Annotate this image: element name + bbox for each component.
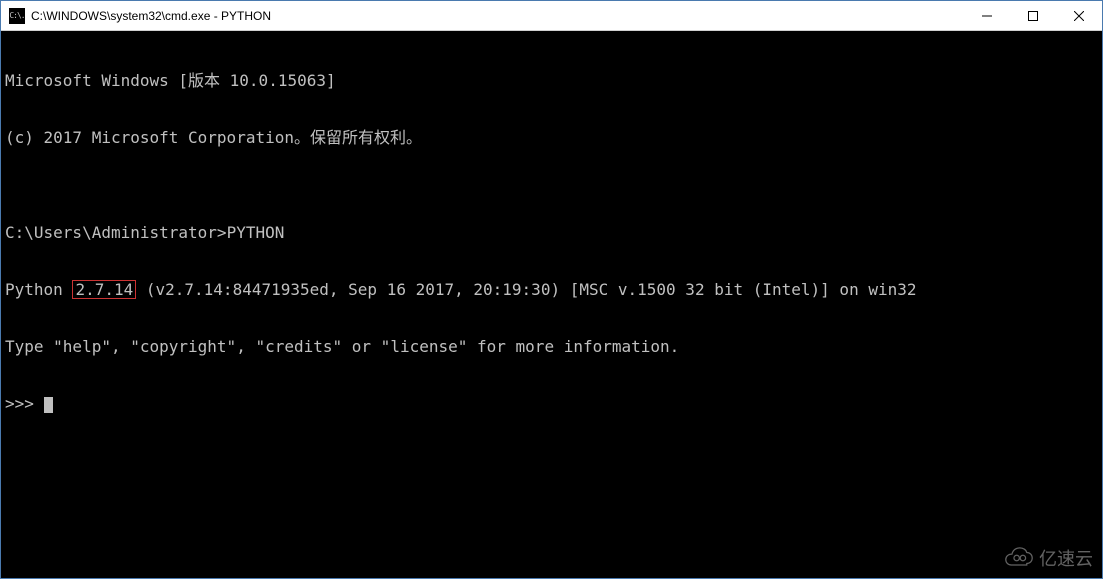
- python-version-highlight: 2.7.14: [72, 280, 136, 299]
- terminal-line: (c) 2017 Microsoft Corporation。保留所有权利。: [5, 128, 1098, 147]
- terminal-line: Microsoft Windows [版本 10.0.15063]: [5, 71, 1098, 90]
- terminal-line: >>>: [5, 394, 1098, 413]
- terminal-line: Python 2.7.14 (v2.7.14:84471935ed, Sep 1…: [5, 280, 1098, 299]
- window-controls: [964, 1, 1102, 30]
- cmd-icon: C:\.: [9, 8, 25, 24]
- window-title: C:\WINDOWS\system32\cmd.exe - PYTHON: [31, 9, 964, 23]
- cmd-window: C:\. C:\WINDOWS\system32\cmd.exe - PYTHO…: [0, 0, 1103, 579]
- terminal-line: C:\Users\Administrator>PYTHON: [5, 223, 1098, 242]
- titlebar[interactable]: C:\. C:\WINDOWS\system32\cmd.exe - PYTHO…: [1, 1, 1102, 31]
- maximize-button[interactable]: [1010, 1, 1056, 30]
- prompt-text: C:\Users\Administrator>: [5, 223, 227, 242]
- terminal-line: Type "help", "copyright", "credits" or "…: [5, 337, 1098, 356]
- python-label: Python: [5, 280, 72, 299]
- close-button[interactable]: [1056, 1, 1102, 30]
- cursor-icon: [44, 397, 53, 413]
- command-text: PYTHON: [227, 223, 285, 242]
- python-prompt: >>>: [5, 394, 44, 413]
- watermark: 亿速云: [1005, 545, 1093, 571]
- terminal-area[interactable]: Microsoft Windows [版本 10.0.15063] (c) 20…: [1, 31, 1102, 578]
- minimize-button[interactable]: [964, 1, 1010, 30]
- cloud-icon: [1005, 547, 1033, 569]
- watermark-text: 亿速云: [1039, 545, 1093, 571]
- python-build-info: (v2.7.14:84471935ed, Sep 16 2017, 20:19:…: [136, 280, 916, 299]
